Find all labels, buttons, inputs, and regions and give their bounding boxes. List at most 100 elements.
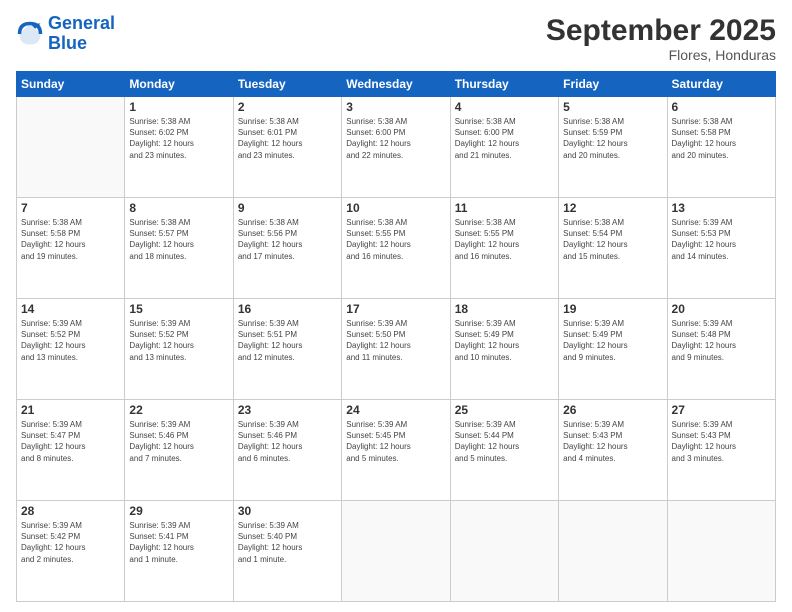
table-row: 5 Sunrise: 5:38 AM Sunset: 5:59 PM Daylig… bbox=[559, 97, 667, 198]
day-number: 14 bbox=[21, 302, 120, 316]
table-row: 21Sunrise: 5:39 AM Sunset: 5:47 PM Dayli… bbox=[17, 400, 125, 501]
day-info: Sunrise: 5:38 AM Sunset: 5:57 PM Dayligh… bbox=[129, 217, 228, 262]
table-row bbox=[17, 97, 125, 198]
day-info: Sunrise: 5:39 AM Sunset: 5:48 PM Dayligh… bbox=[672, 318, 771, 363]
logo-icon bbox=[16, 20, 44, 48]
table-row: 28 Sunrise: 5:39 AM Sunset: 5:42 PM Dayli… bbox=[17, 501, 125, 602]
day-info: Sunrise: 5:38 AM Sunset: 6:02 PM Dayligh… bbox=[129, 116, 228, 161]
day-number: 21 bbox=[21, 403, 120, 417]
day-info: Sunrise: 5:39 AM Sunset: 5:43 PM Dayligh… bbox=[672, 419, 771, 464]
week-row-4: 28 Sunrise: 5:39 AM Sunset: 5:42 PM Dayli… bbox=[17, 501, 776, 602]
table-row: 12Sunrise: 5:38 AM Sunset: 5:54 PM Dayli… bbox=[559, 198, 667, 299]
day-number: 5 bbox=[563, 100, 662, 114]
table-row: 26Sunrise: 5:39 AM Sunset: 5:43 PM Dayli… bbox=[559, 400, 667, 501]
day-number: 4 bbox=[455, 100, 554, 114]
header: General Blue September 2025 Flores, Hond… bbox=[16, 14, 776, 63]
day-number: 24 bbox=[346, 403, 445, 417]
table-row: 4 Sunrise: 5:38 AM Sunset: 6:00 PM Daylig… bbox=[450, 97, 558, 198]
calendar-table: Sunday Monday Tuesday Wednesday Thursday… bbox=[16, 71, 776, 602]
day-number: 19 bbox=[563, 302, 662, 316]
day-info: Sunrise: 5:38 AM Sunset: 5:55 PM Dayligh… bbox=[346, 217, 445, 262]
day-info: Sunrise: 5:39 AM Sunset: 5:49 PM Dayligh… bbox=[455, 318, 554, 363]
day-info: Sunrise: 5:38 AM Sunset: 6:00 PM Dayligh… bbox=[455, 116, 554, 161]
day-number: 15 bbox=[129, 302, 228, 316]
day-info: Sunrise: 5:39 AM Sunset: 5:43 PM Dayligh… bbox=[563, 419, 662, 464]
col-sunday: Sunday bbox=[17, 72, 125, 97]
table-row: 15 Sunrise: 5:39 AM Sunset: 5:52 PM Dayli… bbox=[125, 299, 233, 400]
day-info: Sunrise: 5:38 AM Sunset: 5:56 PM Dayligh… bbox=[238, 217, 337, 262]
table-row: 16 Sunrise: 5:39 AM Sunset: 5:51 PM Dayli… bbox=[233, 299, 341, 400]
title-section: September 2025 Flores, Honduras bbox=[546, 14, 776, 63]
table-row: 3 Sunrise: 5:38 AM Sunset: 6:00 PM Daylig… bbox=[342, 97, 450, 198]
table-row: 29Sunrise: 5:39 AM Sunset: 5:41 PM Dayli… bbox=[125, 501, 233, 602]
day-number: 29 bbox=[129, 504, 228, 518]
table-row bbox=[667, 501, 775, 602]
day-info: Sunrise: 5:38 AM Sunset: 6:01 PM Dayligh… bbox=[238, 116, 337, 161]
day-info: Sunrise: 5:38 AM Sunset: 5:58 PM Dayligh… bbox=[672, 116, 771, 161]
day-number: 22 bbox=[129, 403, 228, 417]
day-number: 28 bbox=[21, 504, 120, 518]
col-friday: Friday bbox=[559, 72, 667, 97]
day-info: Sunrise: 5:38 AM Sunset: 6:00 PM Dayligh… bbox=[346, 116, 445, 161]
day-info: Sunrise: 5:39 AM Sunset: 5:53 PM Dayligh… bbox=[672, 217, 771, 262]
table-row: 24 Sunrise: 5:39 AM Sunset: 5:45 PM Dayli… bbox=[342, 400, 450, 501]
table-row: 8 Sunrise: 5:38 AM Sunset: 5:57 PM Daylig… bbox=[125, 198, 233, 299]
day-info: Sunrise: 5:39 AM Sunset: 5:51 PM Dayligh… bbox=[238, 318, 337, 363]
day-number: 27 bbox=[672, 403, 771, 417]
day-number: 16 bbox=[238, 302, 337, 316]
table-row: 9Sunrise: 5:38 AM Sunset: 5:56 PM Daylig… bbox=[233, 198, 341, 299]
day-number: 3 bbox=[346, 100, 445, 114]
table-row bbox=[342, 501, 450, 602]
day-number: 17 bbox=[346, 302, 445, 316]
day-number: 10 bbox=[346, 201, 445, 215]
day-number: 25 bbox=[455, 403, 554, 417]
day-info: Sunrise: 5:39 AM Sunset: 5:49 PM Dayligh… bbox=[563, 318, 662, 363]
week-row-0: 1Sunrise: 5:38 AM Sunset: 6:02 PM Daylig… bbox=[17, 97, 776, 198]
day-info: Sunrise: 5:39 AM Sunset: 5:46 PM Dayligh… bbox=[129, 419, 228, 464]
table-row: 2Sunrise: 5:38 AM Sunset: 6:01 PM Daylig… bbox=[233, 97, 341, 198]
day-info: Sunrise: 5:39 AM Sunset: 5:42 PM Dayligh… bbox=[21, 520, 120, 565]
day-number: 20 bbox=[672, 302, 771, 316]
table-row: 19 Sunrise: 5:39 AM Sunset: 5:49 PM Dayli… bbox=[559, 299, 667, 400]
day-number: 6 bbox=[672, 100, 771, 114]
day-info: Sunrise: 5:38 AM Sunset: 5:54 PM Dayligh… bbox=[563, 217, 662, 262]
table-row bbox=[450, 501, 558, 602]
day-number: 30 bbox=[238, 504, 337, 518]
week-row-1: 7 Sunrise: 5:38 AM Sunset: 5:58 PM Daylig… bbox=[17, 198, 776, 299]
day-info: Sunrise: 5:39 AM Sunset: 5:52 PM Dayligh… bbox=[21, 318, 120, 363]
logo-line1: General bbox=[48, 14, 115, 34]
table-row: 7 Sunrise: 5:38 AM Sunset: 5:58 PM Daylig… bbox=[17, 198, 125, 299]
table-row: 1Sunrise: 5:38 AM Sunset: 6:02 PM Daylig… bbox=[125, 97, 233, 198]
table-row: 30 Sunrise: 5:39 AM Sunset: 5:40 PM Dayli… bbox=[233, 501, 341, 602]
day-number: 18 bbox=[455, 302, 554, 316]
page: General Blue September 2025 Flores, Hond… bbox=[0, 0, 792, 612]
col-thursday: Thursday bbox=[450, 72, 558, 97]
col-monday: Monday bbox=[125, 72, 233, 97]
table-row: 13Sunrise: 5:39 AM Sunset: 5:53 PM Dayli… bbox=[667, 198, 775, 299]
day-info: Sunrise: 5:39 AM Sunset: 5:52 PM Dayligh… bbox=[129, 318, 228, 363]
week-row-3: 21Sunrise: 5:39 AM Sunset: 5:47 PM Dayli… bbox=[17, 400, 776, 501]
day-info: Sunrise: 5:39 AM Sunset: 5:46 PM Dayligh… bbox=[238, 419, 337, 464]
table-row: 10 Sunrise: 5:38 AM Sunset: 5:55 PM Dayli… bbox=[342, 198, 450, 299]
table-row: 27 Sunrise: 5:39 AM Sunset: 5:43 PM Dayli… bbox=[667, 400, 775, 501]
col-wednesday: Wednesday bbox=[342, 72, 450, 97]
table-row bbox=[559, 501, 667, 602]
table-row: 17 Sunrise: 5:39 AM Sunset: 5:50 PM Dayli… bbox=[342, 299, 450, 400]
logo-line2: Blue bbox=[48, 34, 115, 54]
week-row-2: 14 Sunrise: 5:39 AM Sunset: 5:52 PM Dayli… bbox=[17, 299, 776, 400]
table-row: 6 Sunrise: 5:38 AM Sunset: 5:58 PM Daylig… bbox=[667, 97, 775, 198]
table-row: 23 Sunrise: 5:39 AM Sunset: 5:46 PM Dayli… bbox=[233, 400, 341, 501]
day-info: Sunrise: 5:39 AM Sunset: 5:40 PM Dayligh… bbox=[238, 520, 337, 565]
month-title: September 2025 bbox=[546, 14, 776, 47]
day-number: 7 bbox=[21, 201, 120, 215]
day-number: 23 bbox=[238, 403, 337, 417]
day-number: 8 bbox=[129, 201, 228, 215]
table-row: 14 Sunrise: 5:39 AM Sunset: 5:52 PM Dayli… bbox=[17, 299, 125, 400]
table-row: 18 Sunrise: 5:39 AM Sunset: 5:49 PM Dayli… bbox=[450, 299, 558, 400]
table-row: 11Sunrise: 5:38 AM Sunset: 5:55 PM Dayli… bbox=[450, 198, 558, 299]
day-info: Sunrise: 5:39 AM Sunset: 5:45 PM Dayligh… bbox=[346, 419, 445, 464]
day-info: Sunrise: 5:38 AM Sunset: 5:59 PM Dayligh… bbox=[563, 116, 662, 161]
day-info: Sunrise: 5:38 AM Sunset: 5:58 PM Dayligh… bbox=[21, 217, 120, 262]
table-row: 22 Sunrise: 5:39 AM Sunset: 5:46 PM Dayli… bbox=[125, 400, 233, 501]
day-info: Sunrise: 5:39 AM Sunset: 5:50 PM Dayligh… bbox=[346, 318, 445, 363]
